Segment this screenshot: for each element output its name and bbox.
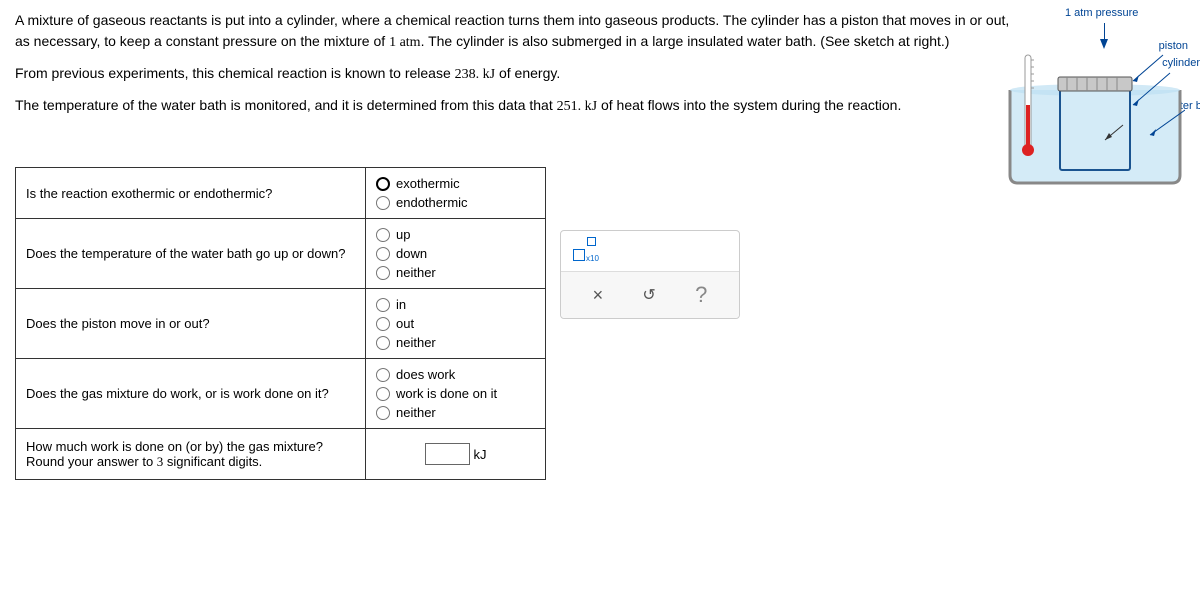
opt-exothermic[interactable]: exothermic <box>376 174 535 193</box>
p2-value: 238. kJ <box>455 67 495 82</box>
radio-endothermic[interactable] <box>376 196 390 210</box>
sci-notation-button[interactable]: x10 <box>573 241 599 261</box>
q3-cell: Does the piston move in or out? <box>16 289 366 359</box>
q2-options: up down neither <box>366 219 546 289</box>
radio-doeswork[interactable] <box>376 368 390 382</box>
diagram: 1 atm pressure piston cylinder water ba … <box>1005 5 1200 185</box>
radio-in[interactable] <box>376 298 390 312</box>
work-input[interactable] <box>425 443 470 465</box>
p3-value: 251. kJ <box>557 99 597 114</box>
opt-neither2[interactable]: neither <box>376 263 535 282</box>
opt-doeswork[interactable]: does work <box>376 365 535 384</box>
q5-text-b: significant digits. <box>163 454 262 469</box>
opt-up-label: up <box>396 227 410 242</box>
q2-cell: Does the temperature of the water bath g… <box>16 219 366 289</box>
opt-neither3[interactable]: neither <box>376 333 535 352</box>
radio-neither4[interactable] <box>376 406 390 420</box>
helper-top: x10 <box>561 231 739 271</box>
label-pressure: 1 atm pressure <box>1065 7 1138 19</box>
q5-cell: How much work is done on (or by) the gas… <box>16 429 366 480</box>
opt-endothermic-label: endothermic <box>396 195 468 210</box>
apparatus-svg <box>1005 25 1185 185</box>
q1-cell: Is the reaction exothermic or endothermi… <box>16 168 366 219</box>
opt-down[interactable]: down <box>376 244 535 263</box>
clear-icon[interactable]: × <box>593 285 604 306</box>
opt-in[interactable]: in <box>376 295 535 314</box>
p2-text-a: From previous experiments, this chemical… <box>15 65 455 81</box>
radio-down[interactable] <box>376 247 390 261</box>
opt-workdone[interactable]: work is done on it <box>376 384 535 403</box>
opt-neither2-label: neither <box>396 265 436 280</box>
q3-options: in out neither <box>366 289 546 359</box>
radio-neither3[interactable] <box>376 336 390 350</box>
opt-endothermic[interactable]: endothermic <box>376 193 535 212</box>
help-icon[interactable]: ? <box>695 282 707 308</box>
opt-up[interactable]: up <box>376 225 535 244</box>
q4-cell: Does the gas mixture do work, or is work… <box>16 359 366 429</box>
opt-exothermic-label: exothermic <box>396 176 460 191</box>
opt-neither4-label: neither <box>396 405 436 420</box>
p3-text-a: The temperature of the water bath is mon… <box>15 97 557 113</box>
opt-in-label: in <box>396 297 406 312</box>
opt-neither4[interactable]: neither <box>376 403 535 422</box>
opt-doeswork-label: does work <box>396 367 455 382</box>
p3-text-b: of heat flows into the system during the… <box>597 97 901 113</box>
p1-text-b: . The cylinder is also submerged in a la… <box>421 33 950 49</box>
q4-options: does work work is done on it neither <box>366 359 546 429</box>
q5-answer: kJ <box>366 429 546 480</box>
radio-up[interactable] <box>376 228 390 242</box>
radio-workdone[interactable] <box>376 387 390 401</box>
question-table: Is the reaction exothermic or endothermi… <box>15 167 546 480</box>
opt-out[interactable]: out <box>376 314 535 333</box>
radio-neither2[interactable] <box>376 266 390 280</box>
helper-bottom: × ↺ ? <box>561 271 739 318</box>
problem-statement: A mixture of gaseous reactants is put in… <box>15 10 1015 117</box>
helper-panel: x10 × ↺ ? <box>560 230 740 319</box>
kj-unit: kJ <box>474 447 487 462</box>
p1-value: 1 atm <box>389 35 421 50</box>
p2-text-b: of energy. <box>495 65 560 81</box>
reset-icon[interactable]: ↺ <box>642 285 655 305</box>
radio-out[interactable] <box>376 317 390 331</box>
radio-exothermic[interactable] <box>376 177 390 191</box>
opt-workdone-label: work is done on it <box>396 386 497 401</box>
opt-down-label: down <box>396 246 427 261</box>
opt-out-label: out <box>396 316 414 331</box>
q1-options: exothermic endothermic <box>366 168 546 219</box>
opt-neither3-label: neither <box>396 335 436 350</box>
